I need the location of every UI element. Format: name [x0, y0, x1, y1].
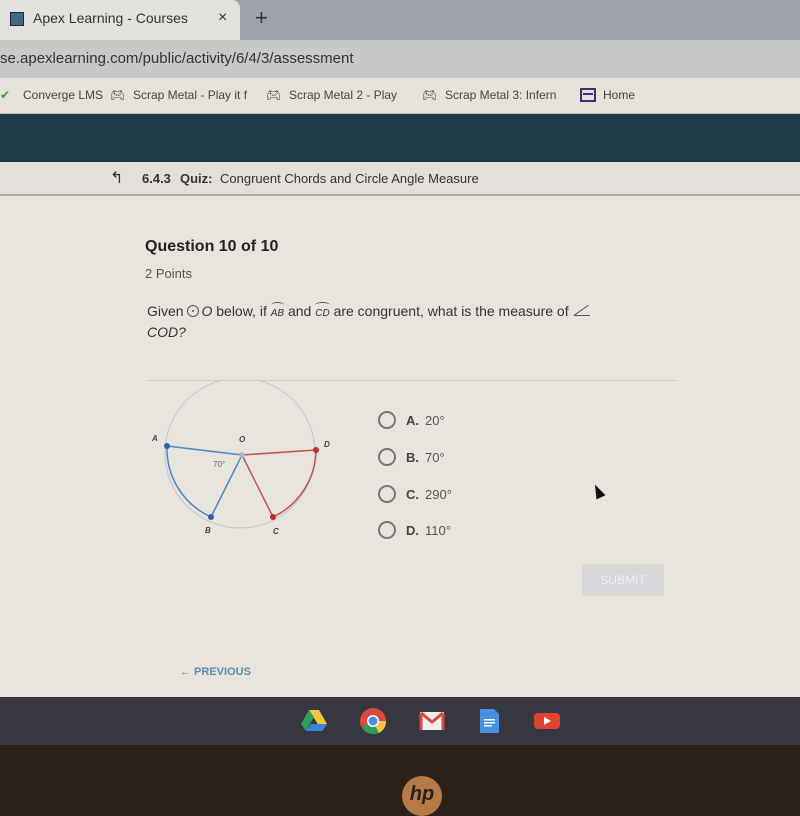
option-d[interactable]: D. 110°: [378, 521, 451, 539]
label-a: A: [151, 434, 158, 443]
google-drive-icon[interactable]: [300, 707, 328, 735]
point-d: [313, 447, 319, 453]
quiz-title-bar: ↰ 6.4.3 Quiz: Congruent Chords and Circl…: [0, 162, 800, 196]
option-a[interactable]: A. 20°: [378, 411, 445, 429]
question-heading: Question 10 of 10: [145, 238, 279, 255]
site-header: [0, 114, 800, 162]
point-c: [270, 514, 276, 520]
previous-button[interactable]: ← PREVIOUS: [180, 666, 251, 678]
option-value: 20°: [425, 412, 445, 428]
bookmarks-bar: ✔ Converge LMS 🎮︎ Scrap Metal - Play it …: [0, 78, 800, 114]
prompt-rest: are congruent, what is the measure of: [333, 303, 569, 319]
submit-button[interactable]: SUBMIT: [582, 564, 664, 596]
browser-tab[interactable]: Apex Learning - Courses ×: [0, 0, 240, 40]
radius-od: [241, 449, 317, 456]
label-o: O: [239, 435, 246, 444]
home-icon: [580, 88, 596, 102]
chromeos-shelf: [0, 697, 800, 745]
bookmark-label: Scrap Metal 3: Infern: [445, 88, 557, 102]
mouse-cursor-icon: [590, 482, 606, 500]
prompt-circle-name: O: [201, 303, 213, 319]
gamepad-icon: 🎮︎: [110, 88, 126, 102]
option-letter: B.: [406, 449, 419, 465]
arc-cd: CD: [315, 302, 331, 323]
quiz-name: Congruent Chords and Circle Angle Measur…: [220, 171, 479, 186]
converge-icon: ✔: [0, 88, 11, 102]
circle-diagram: A B C D O 70°: [151, 380, 330, 536]
radius-oc: [241, 454, 274, 518]
google-docs-icon[interactable]: [475, 707, 503, 735]
chrome-icon[interactable]: [359, 707, 387, 735]
prompt-and: and: [287, 303, 312, 319]
prompt-given: Given: [147, 303, 184, 319]
point-o: [239, 452, 245, 458]
close-tab-icon[interactable]: ×: [218, 9, 227, 27]
hp-logo: hp: [402, 776, 442, 816]
gmail-icon[interactable]: [418, 707, 446, 735]
bookmark-scrap-metal-2[interactable]: 🎮︎ Scrap Metal 2 - Play: [266, 88, 397, 102]
option-letter: A.: [406, 412, 419, 428]
label-d: D: [324, 440, 330, 449]
bookmark-label: Home: [603, 88, 636, 102]
question-points: 2 Points: [145, 266, 192, 281]
bookmark-label: Converge LMS: [23, 88, 104, 102]
new-tab-button[interactable]: +: [255, 5, 268, 31]
radio-a[interactable]: [378, 411, 396, 429]
tab-strip: Apex Learning - Courses × +: [0, 0, 800, 40]
radio-b[interactable]: [378, 448, 396, 466]
radio-c[interactable]: [378, 485, 396, 503]
address-bar[interactable]: se.apexlearning.com/public/activity/6/4/…: [0, 40, 800, 78]
gamepad-icon: 🎮︎: [422, 88, 438, 102]
bookmark-converge-lms[interactable]: ✔ Converge LMS: [0, 88, 103, 102]
prompt-below: below, if: [216, 303, 267, 319]
point-b: [208, 514, 214, 520]
option-value: 290°: [425, 486, 452, 502]
option-value: 110°: [425, 522, 451, 538]
option-letter: C.: [406, 486, 419, 502]
bookmark-label: Scrap Metal - Play it f: [133, 88, 248, 102]
url-text[interactable]: se.apexlearning.com/public/activity/6/4/…: [0, 50, 354, 67]
angle-label: 70°: [213, 460, 225, 469]
arc-cd-highlight: [272, 449, 317, 518]
quiz-kind: Quiz:: [180, 171, 213, 186]
back-arrow-icon[interactable]: ↰: [110, 168, 123, 188]
option-b[interactable]: B. 70°: [378, 448, 445, 466]
screen: Apex Learning - Courses × + se.apexlearn…: [0, 0, 800, 745]
arc-ab-highlight: [166, 445, 212, 518]
label-c: C: [273, 527, 279, 536]
point-a: [164, 443, 170, 449]
radius-oa: [166, 445, 243, 456]
bookmark-label: Scrap Metal 2 - Play: [289, 88, 398, 102]
prompt-angle: COD?: [147, 324, 186, 340]
radio-d[interactable]: [378, 521, 396, 539]
option-letter: D.: [406, 522, 419, 538]
bookmark-home[interactable]: Home: [580, 88, 635, 102]
bookmark-scrap-metal-3[interactable]: 🎮︎ Scrap Metal 3: Infern: [422, 88, 556, 102]
option-value: 70°: [425, 449, 445, 465]
tab-title: Apex Learning - Courses: [33, 10, 188, 26]
gamepad-icon: 🎮︎: [266, 88, 282, 102]
angle-symbol-icon: [572, 306, 591, 316]
youtube-icon[interactable]: [533, 707, 561, 735]
bookmark-scrap-metal[interactable]: 🎮︎ Scrap Metal - Play it f: [110, 88, 247, 102]
apex-favicon-icon: [10, 12, 24, 26]
question-prompt: Given O below, if AB and CD are congruen…: [147, 302, 667, 342]
quiz-number: 6.4.3: [142, 171, 171, 186]
circle-symbol-icon: [187, 305, 200, 317]
option-c[interactable]: C. 290°: [378, 485, 452, 503]
label-b: B: [205, 526, 211, 535]
arc-ab: AB: [270, 302, 285, 323]
